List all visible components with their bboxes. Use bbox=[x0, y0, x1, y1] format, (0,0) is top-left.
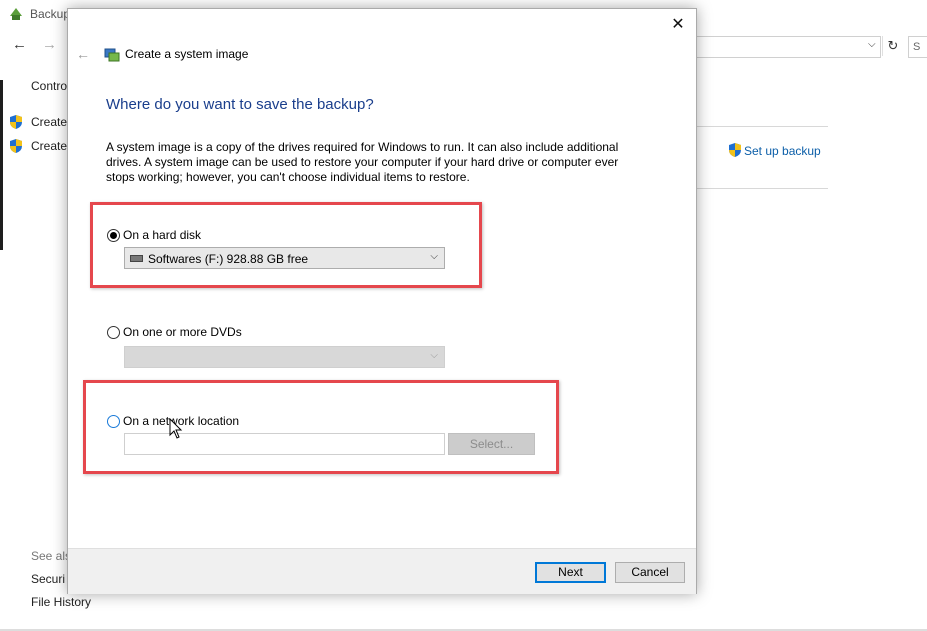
divider bbox=[696, 188, 828, 189]
system-image-icon bbox=[104, 48, 120, 62]
next-button[interactable]: Next bbox=[535, 562, 606, 583]
set-up-backup-link[interactable]: Set up backup bbox=[728, 143, 821, 158]
search-box[interactable]: S bbox=[908, 36, 927, 58]
dialog-description: A system image is a copy of the drives r… bbox=[106, 140, 619, 184]
dvd-drive-select: ⌵ bbox=[124, 346, 445, 368]
see-also-heading: See als bbox=[31, 549, 72, 563]
uac-shield-icon bbox=[729, 143, 741, 157]
cancel-button[interactable]: Cancel bbox=[615, 562, 685, 583]
radio-dvds[interactable] bbox=[107, 326, 120, 339]
dialog-title: Create a system image bbox=[125, 47, 249, 61]
divider bbox=[696, 126, 828, 127]
nav-link-create-2[interactable]: Create bbox=[31, 139, 67, 153]
backup-app-icon bbox=[10, 8, 22, 20]
uac-shield-icon bbox=[10, 115, 22, 129]
dialog-footer: Next Cancel bbox=[68, 548, 696, 594]
chevron-down-icon[interactable]: ⌵ bbox=[868, 39, 876, 50]
window-title: Backup bbox=[30, 7, 71, 21]
forward-arrow-icon[interactable]: → bbox=[42, 36, 57, 53]
set-up-backup-label: Set up backup bbox=[744, 144, 821, 158]
back-arrow-icon[interactable]: ← bbox=[76, 46, 90, 62]
nav-link-security[interactable]: Securi bbox=[31, 572, 65, 586]
nav-link-file-history[interactable]: File History bbox=[31, 595, 91, 609]
chevron-down-icon: ⌵ bbox=[430, 350, 438, 361]
nav-link-control-panel[interactable]: Contro bbox=[31, 79, 67, 93]
uac-shield-icon bbox=[10, 139, 22, 153]
highlight-hard-disk-box bbox=[90, 202, 482, 288]
dialog-heading: Where do you want to save the backup? bbox=[106, 96, 374, 113]
close-icon[interactable]: ✕ bbox=[668, 15, 688, 35]
nav-link-create-1[interactable]: Create bbox=[31, 115, 67, 129]
dvds-label[interactable]: On one or more DVDs bbox=[123, 325, 242, 339]
mouse-pointer-icon bbox=[169, 418, 183, 439]
create-system-image-dialog: ✕ ← Create a system image Where do you w… bbox=[67, 8, 697, 594]
back-arrow-icon[interactable]: ← bbox=[12, 36, 27, 53]
refresh-icon[interactable]: ↻ bbox=[882, 36, 903, 56]
window-edge-strip bbox=[0, 80, 3, 250]
address-bar[interactable] bbox=[690, 36, 881, 58]
highlight-network-box bbox=[83, 380, 559, 474]
